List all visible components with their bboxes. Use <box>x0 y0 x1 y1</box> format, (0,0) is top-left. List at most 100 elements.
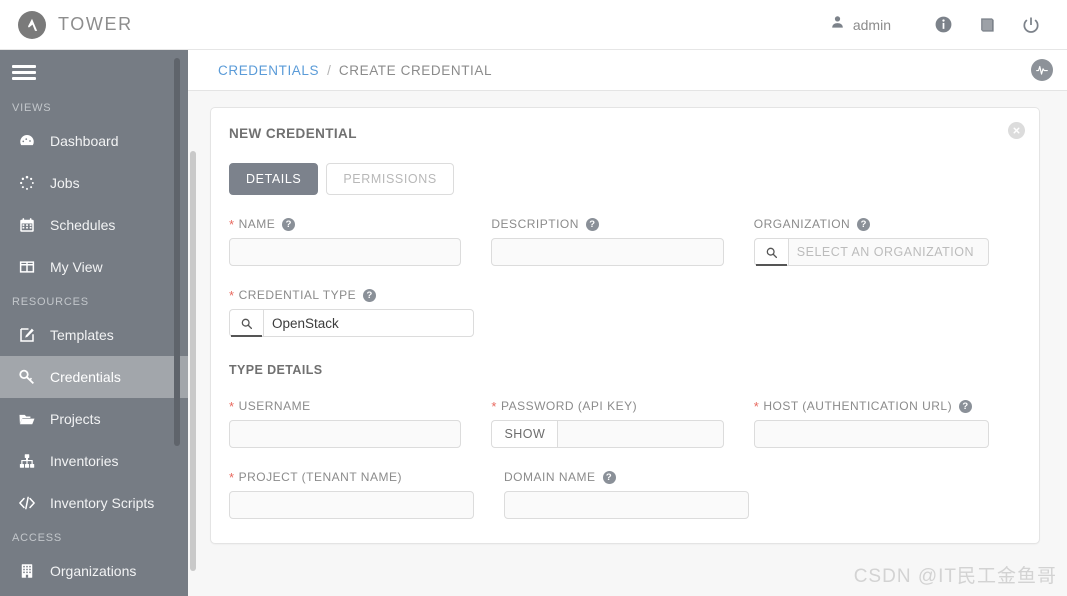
sidebar-item-organizations[interactable]: Organizations <box>0 550 188 592</box>
code-icon <box>12 494 42 512</box>
top-header-bar: TOWER admin <box>0 0 1067 50</box>
main-content: CREDENTIALS / CREATE CREDENTIAL NEW CRED… <box>188 50 1067 596</box>
field-username-label: * USERNAME <box>229 399 461 413</box>
sidebar-item-credentials[interactable]: Credentials <box>0 356 188 398</box>
sidebar-item-templates[interactable]: Templates <box>0 314 188 356</box>
sidebar-section-views: VIEWS <box>12 102 52 114</box>
field-password: * PASSWORD (API KEY) SHOW <box>491 399 724 448</box>
sidebar-item-inventory-scripts[interactable]: Inventory Scripts <box>0 482 188 524</box>
sidebar-item-label: My View <box>50 259 103 275</box>
content-scrollbar-thumb[interactable] <box>190 151 196 571</box>
domain-input[interactable] <box>504 491 749 519</box>
username-input[interactable] <box>229 420 462 448</box>
field-project-label: * PROJECT (TENANT NAME) <box>229 470 474 484</box>
password-input[interactable] <box>557 420 724 448</box>
building-icon <box>12 562 42 580</box>
field-password-label: * PASSWORD (API KEY) <box>491 399 723 413</box>
info-icon[interactable] <box>921 0 965 50</box>
label-text: DESCRIPTION <box>491 217 579 231</box>
activity-stream-icon[interactable] <box>1031 59 1053 81</box>
required-asterisk: * <box>229 216 235 232</box>
organization-placeholder: SELECT AN ORGANIZATION <box>796 245 975 259</box>
required-asterisk: * <box>229 398 235 414</box>
label-text: ORGANIZATION <box>753 217 851 231</box>
sidebar-scrollbar-track[interactable] <box>174 50 184 596</box>
sidebar-item-label: Inventory Scripts <box>50 495 155 511</box>
book-icon[interactable] <box>965 0 1009 50</box>
credential-type-lookup: OpenStack <box>229 309 474 337</box>
project-input[interactable] <box>229 491 474 519</box>
description-input[interactable] <box>491 238 724 266</box>
sidebar-item-my-view[interactable]: My View <box>0 246 188 288</box>
label-text: DOMAIN NAME <box>504 470 596 484</box>
label-text: USERNAME <box>238 399 311 413</box>
label-text: HOST (AUTHENTICATION URL) <box>763 399 953 413</box>
help-icon[interactable]: ? <box>585 217 599 231</box>
dashboard-icon <box>12 132 42 150</box>
sidebar-scrollbar-thumb[interactable] <box>174 58 180 446</box>
sidebar-item-label: Dashboard <box>50 133 119 149</box>
help-icon[interactable]: ? <box>959 399 973 413</box>
label-text: PROJECT (TENANT NAME) <box>238 470 402 484</box>
help-icon[interactable]: ? <box>282 217 296 231</box>
hamburger-icon[interactable] <box>0 50 188 94</box>
user-menu[interactable]: admin <box>830 14 891 35</box>
brand-logo-group[interactable]: TOWER <box>18 10 133 39</box>
sitemap-icon <box>12 452 42 470</box>
sidebar-item-label: Inventories <box>50 453 119 469</box>
sidebar-item-label: Templates <box>50 327 114 343</box>
show-password-button[interactable]: SHOW <box>491 420 558 448</box>
type-details-heading: TYPE DETAILS <box>229 363 323 377</box>
key-icon <box>12 368 42 386</box>
tab-permissions[interactable]: PERMISSIONS <box>326 163 454 195</box>
search-icon[interactable] <box>753 238 788 266</box>
hamburger-bar <box>12 76 36 80</box>
field-project: * PROJECT (TENANT NAME) <box>229 470 474 519</box>
field-organization: ORGANIZATION ? SELECT AN ORGANIZATION <box>753 217 990 266</box>
power-icon[interactable] <box>1009 0 1053 50</box>
ansible-logo-icon <box>18 10 46 39</box>
sidebar-section-resources: RESOURCES <box>12 296 89 308</box>
tab-details[interactable]: DETAILS <box>229 163 319 195</box>
sidebar-section-access: ACCESS <box>12 532 63 544</box>
jobs-spinner-icon <box>12 174 42 192</box>
user-name: admin <box>852 16 891 33</box>
sidebar-item-inventories[interactable]: Inventories <box>0 440 188 482</box>
name-input[interactable] <box>229 238 462 266</box>
sidebar-item-label: Organizations <box>50 563 137 579</box>
breadcrumb-separator: / <box>327 62 331 78</box>
help-icon[interactable]: ? <box>602 470 616 484</box>
organization-input[interactable]: SELECT AN ORGANIZATION <box>787 238 990 266</box>
card-title: NEW CREDENTIAL <box>229 126 357 141</box>
credential-type-input[interactable]: OpenStack <box>263 309 474 337</box>
close-icon[interactable] <box>1008 122 1025 139</box>
breadcrumb-credentials-link[interactable]: CREDENTIALS <box>218 63 319 78</box>
left-sidebar: VIEWS Dashboard Jobs Schedules My View R… <box>0 50 188 596</box>
field-credential-type: * CREDENTIAL TYPE ? OpenStack <box>229 288 474 337</box>
help-icon[interactable]: ? <box>857 217 871 231</box>
field-host-label: * HOST (AUTHENTICATION URL) ? <box>754 399 989 413</box>
tower-app: TOWER admin VIEWS Dashboard Jobs Schedul… <box>0 0 1067 596</box>
pencil-square-icon <box>12 326 42 344</box>
brand-name: TOWER <box>58 14 133 34</box>
sidebar-item-label: Projects <box>50 411 101 427</box>
form-row-primary: * NAME ? DESCRIPTION ? ORGANIZATION ? SE… <box>229 217 1019 266</box>
help-icon[interactable]: ? <box>363 288 377 302</box>
sidebar-item-schedules[interactable]: Schedules <box>0 204 188 246</box>
organization-lookup: SELECT AN ORGANIZATION <box>753 238 990 266</box>
sidebar-item-projects[interactable]: Projects <box>0 398 188 440</box>
folder-icon <box>12 410 42 428</box>
field-domain-label: DOMAIN NAME ? <box>504 470 749 484</box>
host-input[interactable] <box>753 420 990 448</box>
sidebar-item-label: Jobs <box>50 175 80 191</box>
required-asterisk: * <box>229 469 235 485</box>
breadcrumb-current: CREATE CREDENTIAL <box>338 62 493 78</box>
label-text: NAME <box>238 217 276 231</box>
search-icon[interactable] <box>229 309 263 337</box>
sidebar-item-dashboard[interactable]: Dashboard <box>0 120 188 162</box>
card-tabs: DETAILS PERMISSIONS <box>229 163 1019 195</box>
field-organization-label: ORGANIZATION ? <box>754 217 989 231</box>
sidebar-item-jobs[interactable]: Jobs <box>0 162 188 204</box>
field-username: * USERNAME <box>229 399 462 448</box>
credential-type-value: OpenStack <box>272 315 339 331</box>
